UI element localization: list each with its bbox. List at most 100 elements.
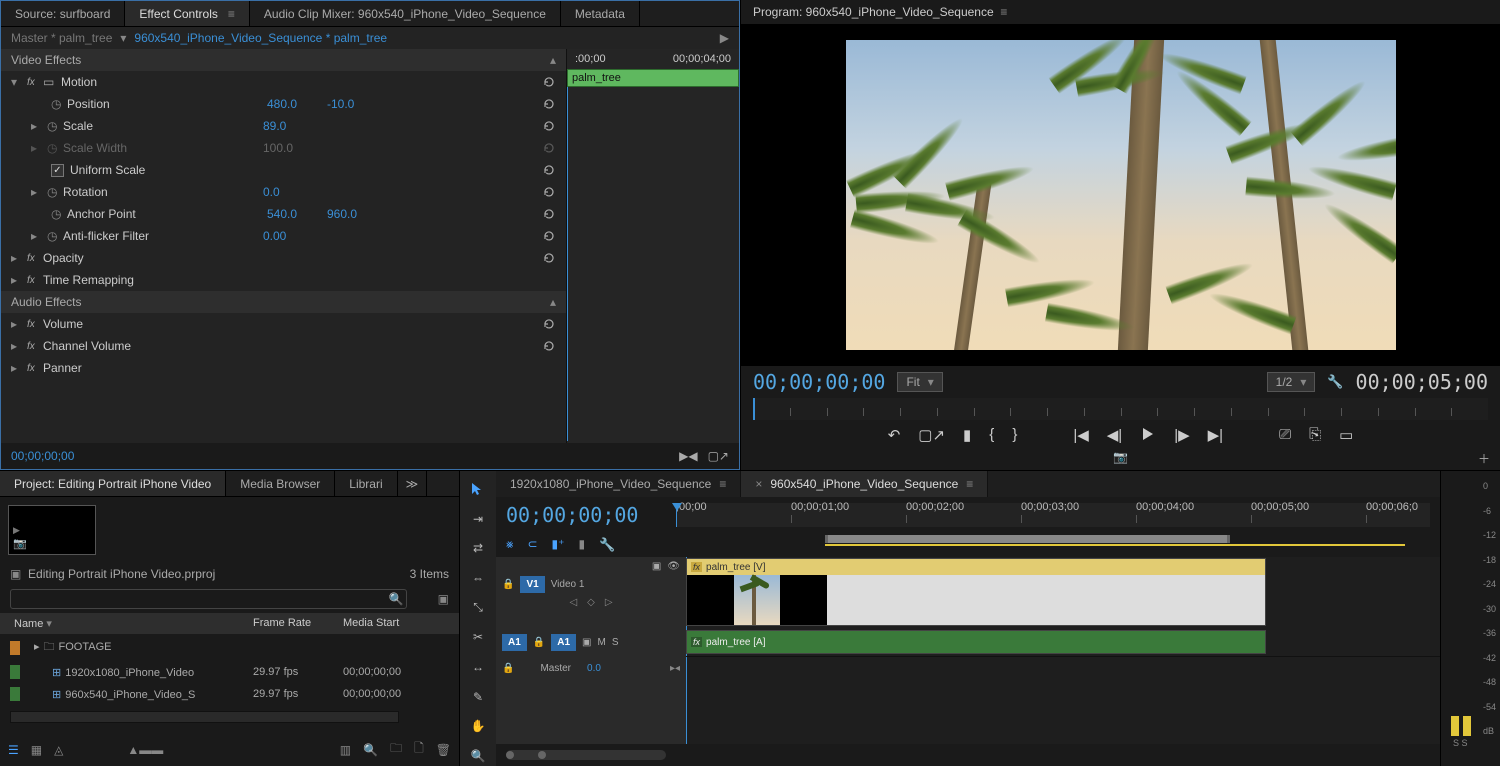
- reset-icon[interactable]: [542, 185, 556, 199]
- effect-controls-mini-timeline[interactable]: :00;00 00;00;04;00 palm_tree: [566, 49, 739, 443]
- stopwatch-icon[interactable]: ◷: [51, 207, 67, 221]
- solo-button[interactable]: S: [612, 637, 619, 648]
- label-color-swatch[interactable]: [10, 641, 20, 655]
- fx-badge-icon[interactable]: fx: [27, 363, 43, 374]
- pen-tool-icon[interactable]: ✎: [466, 687, 490, 707]
- audio-clip[interactable]: fx palm_tree [A]: [686, 630, 1266, 654]
- add-button-icon[interactable]: ＋: [1478, 450, 1490, 467]
- slip-tool-icon[interactable]: ↔: [466, 657, 490, 677]
- reset-icon[interactable]: [542, 119, 556, 133]
- video-track-header[interactable]: ▣ 👁 🔒 V1 Video 1 ◁ ◇ ▷: [496, 557, 686, 629]
- expand-icon[interactable]: ▸: [11, 361, 27, 375]
- playhead-icon[interactable]: [672, 503, 682, 511]
- toggle-track-output-icon[interactable]: ▣: [652, 561, 661, 572]
- expand-icon[interactable]: ▸: [11, 339, 27, 353]
- project-item[interactable]: ▸🗀FOOTAGE: [0, 634, 459, 661]
- hand-tool-icon[interactable]: ✋: [466, 717, 490, 737]
- master-gain-value[interactable]: 0.0: [587, 663, 601, 674]
- go-to-in-icon[interactable]: |◀: [1073, 426, 1088, 444]
- list-view-icon[interactable]: ☰: [8, 743, 19, 757]
- expand-icon[interactable]: ▾: [11, 75, 27, 89]
- tab-audio-clip-mixer[interactable]: Audio Clip Mixer: 960x540_iPhone_Video_S…: [250, 1, 561, 26]
- expand-icon[interactable]: ▸: [31, 185, 47, 199]
- tab-metadata[interactable]: Metadata: [561, 1, 640, 26]
- mark-out-icon[interactable]: }: [1012, 426, 1017, 444]
- panel-menu-icon[interactable]: ≡: [1000, 5, 1007, 19]
- sort-icon[interactable]: ▾: [46, 618, 52, 630]
- selection-tool-icon[interactable]: [466, 479, 490, 499]
- program-time-ruler[interactable]: [753, 398, 1488, 420]
- undo-icon[interactable]: ↶: [888, 426, 901, 444]
- reset-icon[interactable]: [542, 163, 556, 177]
- tab-effect-controls[interactable]: Effect Controls ≡: [125, 1, 250, 26]
- tab-project[interactable]: Project: Editing Portrait iPhone Video: [0, 471, 226, 496]
- zoom-tool-icon[interactable]: 🔍: [466, 746, 490, 766]
- fx-badge-icon[interactable]: fx: [27, 275, 43, 286]
- panel-menu-icon[interactable]: ≡: [966, 477, 973, 491]
- label-color-swatch[interactable]: [10, 687, 20, 701]
- next-keyframe-icon[interactable]: ▷: [605, 597, 613, 608]
- export-frame-icon[interactable]: ▢↗: [708, 449, 729, 463]
- fx-badge-icon[interactable]: fx: [27, 319, 43, 330]
- audio-track-header[interactable]: A1 🔒 A1 ▣ M S: [496, 629, 686, 655]
- go-to-out-icon[interactable]: ▶|: [1208, 426, 1223, 444]
- track-lock-icon[interactable]: 🔒: [502, 663, 514, 674]
- expand-icon[interactable]: ▸: [31, 229, 47, 243]
- marker-icon[interactable]: ▮: [578, 537, 585, 553]
- reset-icon[interactable]: [542, 339, 556, 353]
- stopwatch-icon[interactable]: ◷: [47, 229, 63, 243]
- snap-icon[interactable]: ⨳: [506, 537, 513, 553]
- stopwatch-icon[interactable]: ◷: [51, 97, 67, 111]
- settings-icon[interactable]: 🔧: [1327, 374, 1343, 390]
- reset-icon[interactable]: [542, 75, 556, 89]
- mute-button[interactable]: M: [598, 637, 606, 648]
- fx-badge-icon[interactable]: fx: [27, 341, 43, 352]
- timeline-ruler[interactable]: ;00;0000;00;01;0000;00;02;0000;00;03;000…: [676, 503, 1430, 527]
- position-x[interactable]: 480.0: [267, 97, 327, 111]
- timeline-settings-icon[interactable]: 🔧: [599, 537, 615, 553]
- label-color-swatch[interactable]: [10, 665, 20, 679]
- ec-clip-bar[interactable]: palm_tree: [567, 69, 739, 87]
- col-name[interactable]: Name: [14, 618, 43, 630]
- transform-icon[interactable]: ▭: [43, 75, 61, 89]
- stopwatch-icon[interactable]: ◷: [47, 185, 63, 199]
- new-bin-icon[interactable]: 🗀: [390, 739, 402, 760]
- automate-to-sequence-icon[interactable]: ▥: [340, 743, 351, 757]
- timeline-zoom-scrollbar[interactable]: [506, 750, 666, 760]
- scale-value[interactable]: 89.0: [263, 119, 323, 133]
- effect-motion[interactable]: ▾ fx ▭ Motion: [1, 71, 566, 93]
- clip-dropdown-icon[interactable]: ▾: [120, 31, 126, 45]
- freeform-view-icon[interactable]: ◬: [54, 743, 63, 757]
- add-marker-icon[interactable]: ▮: [963, 426, 971, 444]
- toggle-track-output-icon[interactable]: ▣: [582, 637, 591, 648]
- audio-effects-header[interactable]: Audio Effects▴: [1, 291, 566, 313]
- stopwatch-icon[interactable]: ◷: [47, 119, 63, 133]
- ec-timecode[interactable]: 00;00;00;00: [11, 449, 74, 463]
- antiflicker-value[interactable]: 0.00: [263, 229, 323, 243]
- play-icon[interactable]: [1140, 426, 1156, 444]
- track-select-tool-icon[interactable]: ⇥: [466, 509, 490, 529]
- ripple-edit-tool-icon[interactable]: ⇄: [466, 538, 490, 558]
- prev-keyframe-icon[interactable]: ◁: [569, 597, 577, 608]
- position-y[interactable]: -10.0: [327, 97, 387, 111]
- camera-icon[interactable]: 📷: [1113, 450, 1128, 464]
- find-icon[interactable]: 🔍: [363, 743, 378, 757]
- step-forward-icon[interactable]: |▶: [1174, 426, 1189, 444]
- toggle-sync-lock-icon[interactable]: 👁: [667, 561, 680, 572]
- expand-icon[interactable]: ▸: [11, 273, 27, 287]
- search-icon[interactable]: 🔍: [389, 592, 404, 606]
- zoom-slider[interactable]: ▲▬▬: [127, 743, 163, 757]
- expand-icon[interactable]: ▸◂: [670, 663, 680, 674]
- linked-selection-icon[interactable]: ⊂: [527, 537, 537, 553]
- extract-icon[interactable]: ⎘: [1309, 426, 1321, 444]
- new-item-icon[interactable]: 🗋: [414, 739, 424, 760]
- step-back-icon[interactable]: ◀|: [1107, 426, 1122, 444]
- reset-icon[interactable]: [542, 229, 556, 243]
- safe-margins-icon[interactable]: ▭: [1339, 426, 1353, 444]
- project-item[interactable]: ⊞1920x1080_iPhone_Video 29.97 fps 00;00;…: [0, 661, 459, 683]
- fx-badge-icon[interactable]: fx: [27, 77, 43, 88]
- video-effects-header[interactable]: Video Effects▴: [1, 49, 566, 71]
- effect-time-remapping[interactable]: ▸ fx Time Remapping: [1, 269, 566, 291]
- expand-icon[interactable]: ▸: [34, 641, 40, 653]
- export-frame-icon[interactable]: ▢↗: [918, 426, 945, 444]
